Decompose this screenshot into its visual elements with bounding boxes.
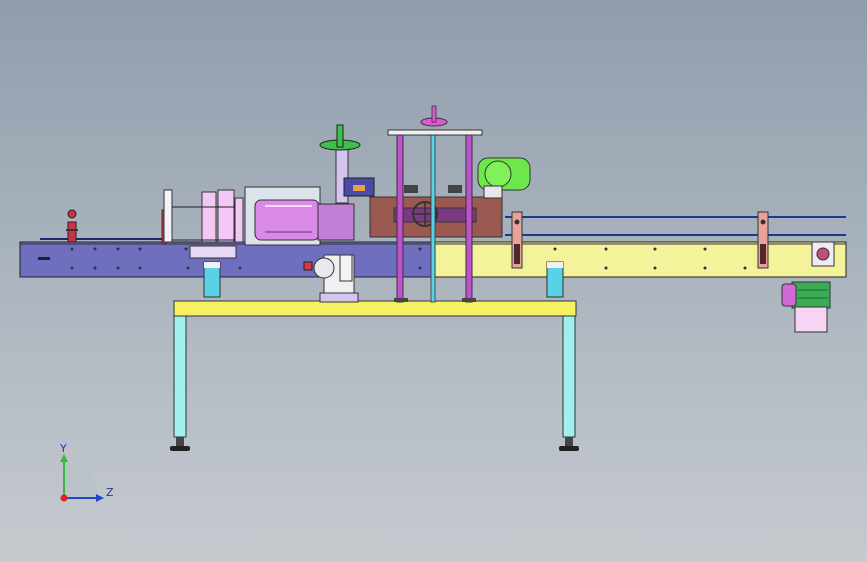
guide-post-right-2	[757, 211, 769, 269]
gantry-crossbar	[387, 129, 483, 136]
table-leg-right	[562, 314, 576, 438]
axis-triad: Y Z	[59, 442, 114, 502]
machine-model[interactable]	[0, 0, 867, 562]
table-top	[173, 300, 577, 317]
table-foot-left-pad	[170, 446, 190, 451]
guide-post-left	[66, 209, 78, 243]
label-head	[369, 196, 503, 238]
gantry-post-left	[396, 133, 404, 303]
blower-fan	[477, 157, 531, 199]
gantry	[387, 105, 483, 303]
z-axis-label: Z	[106, 486, 114, 499]
guide-post-right-1	[511, 211, 523, 269]
conveyor-label-plate	[38, 257, 50, 260]
gantry-post-right	[465, 133, 473, 303]
table-foot-right-pad	[559, 446, 579, 451]
y-axis-label: Y	[59, 442, 67, 455]
table-leg-left	[173, 314, 187, 438]
origin-dot	[60, 494, 68, 502]
table-foot-right	[565, 437, 573, 446]
gantry-post-center	[430, 131, 436, 303]
support-table	[170, 300, 579, 451]
cad-viewport[interactable]: Y Z	[0, 0, 867, 562]
table-foot-left	[176, 437, 184, 446]
conveyor-yellow-section	[434, 241, 847, 278]
